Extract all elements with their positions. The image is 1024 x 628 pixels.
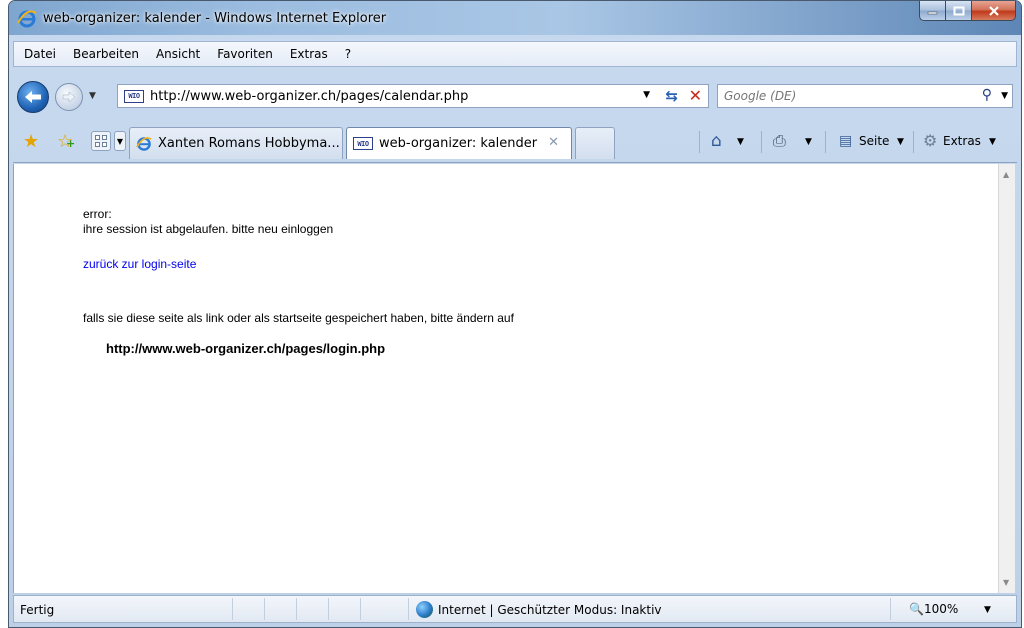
separator: [761, 131, 762, 153]
search-bar: ⚲ ▼: [717, 84, 1013, 108]
close-tab-icon[interactable]: ✕: [548, 135, 559, 150]
quick-tabs-button[interactable]: [91, 131, 111, 151]
tab-label: web-organizer: kalender: [379, 136, 538, 151]
page-content: error: ihre session ist abgelaufen. bitt…: [13, 164, 998, 593]
search-input[interactable]: [724, 89, 944, 103]
zoom-value: 100%: [923, 602, 959, 616]
menu-bar: Datei Bearbeiten Ansicht Favoriten Extra…: [13, 41, 1017, 67]
separator: [232, 598, 233, 620]
error-message: ihre session ist abgelaufen. bitte neu e…: [83, 222, 334, 236]
menu-datei[interactable]: Datei: [24, 47, 56, 61]
search-dropdown-icon[interactable]: ▼: [1001, 91, 1008, 101]
ie-logo-icon: [17, 10, 37, 28]
login-link[interactable]: zurück zur login-seite: [83, 257, 514, 272]
stop-icon[interactable]: ✕: [689, 86, 702, 105]
home-icon[interactable]: ⌂: [711, 131, 722, 151]
status-bar: Fertig Internet | Geschützter Modus: Ina…: [13, 595, 1017, 623]
back-button[interactable]: [17, 81, 49, 113]
menu-favoriten[interactable]: Favoriten: [217, 47, 273, 61]
add-favorite-icon[interactable]: ☆ +: [57, 131, 75, 152]
address-bar[interactable]: WIO http://www.web-organizer.ch/pages/ca…: [117, 84, 709, 108]
maximize-button[interactable]: [946, 1, 972, 21]
window-controls: [919, 1, 1016, 21]
globe-icon: [416, 601, 433, 618]
close-button[interactable]: [972, 1, 1016, 21]
address-url[interactable]: http://www.web-organizer.ch/pages/calend…: [150, 89, 468, 104]
scroll-down-icon[interactable]: ▼: [1003, 578, 1009, 587]
separator: [825, 131, 826, 153]
tab-command-row: ★ ☆ + ▼ Xanten Romans Hobbyma... WIO web-…: [13, 123, 1017, 163]
menu-ansicht[interactable]: Ansicht: [156, 47, 200, 61]
ie-logo-icon: [136, 136, 152, 151]
site-favicon: WIO: [353, 137, 373, 150]
window-title: web-organizer: kalender - Windows Intern…: [43, 11, 387, 26]
status-text: Fertig: [20, 603, 55, 617]
zoom-dropdown-icon[interactable]: ▼: [984, 605, 991, 615]
tab-list-dropdown-icon[interactable]: ▼: [114, 131, 126, 151]
favorites-star-icon[interactable]: ★: [23, 131, 39, 152]
separator: [913, 131, 914, 153]
close-icon: [988, 5, 999, 16]
gear-icon: ⚙: [923, 131, 938, 150]
browser-window: web-organizer: kalender - Windows Intern…: [8, 0, 1022, 628]
page-dropdown-icon[interactable]: ▼: [897, 137, 904, 147]
printer-icon[interactable]: ⎙: [773, 131, 786, 151]
separator: [296, 598, 297, 620]
separator: [890, 598, 891, 620]
separator: [699, 131, 700, 153]
tab-xanten[interactable]: Xanten Romans Hobbyma...: [129, 127, 343, 159]
title-bar[interactable]: web-organizer: kalender - Windows Intern…: [9, 1, 1021, 35]
menu-help[interactable]: ?: [345, 47, 351, 61]
login-url-text: http://www.web-organizer.ch/pages/login.…: [106, 341, 386, 356]
site-favicon: WIO: [124, 89, 144, 103]
tab-web-organizer[interactable]: WIO web-organizer: kalender ✕: [346, 127, 572, 159]
arrow-right-icon: [62, 91, 76, 103]
scroll-up-icon[interactable]: ▲: [1003, 170, 1009, 179]
zoom-level[interactable]: 🔍100%: [909, 602, 958, 616]
minimize-icon: [927, 11, 937, 14]
home-dropdown-icon[interactable]: ▼: [737, 137, 744, 147]
maximize-icon: [953, 6, 964, 15]
menu-bearbeiten[interactable]: Bearbeiten: [73, 47, 139, 61]
refresh-icon[interactable]: ⇆: [665, 87, 678, 105]
tools-menu-button[interactable]: Extras: [943, 134, 981, 148]
separator: [328, 598, 329, 620]
vertical-scrollbar[interactable]: ▲ ▼: [998, 164, 1015, 593]
tab-label: Xanten Romans Hobbyma...: [158, 136, 340, 151]
security-zone[interactable]: Internet | Geschützter Modus: Inaktiv: [438, 603, 662, 617]
page-body: error: ihre session ist abgelaufen. bitt…: [83, 207, 514, 356]
minimize-button[interactable]: [919, 1, 946, 21]
search-icon[interactable]: ⚲: [982, 87, 992, 103]
print-dropdown-icon[interactable]: ▼: [805, 137, 812, 147]
arrow-left-icon: [25, 91, 41, 103]
forward-button[interactable]: [55, 83, 83, 111]
page-menu-button[interactable]: Seite: [859, 134, 889, 148]
address-dropdown-icon[interactable]: ▼: [643, 90, 650, 100]
page-icon: ▤: [839, 133, 853, 149]
error-label: error:: [83, 207, 112, 221]
new-tab-button[interactable]: [575, 127, 615, 159]
bookmark-note: falls sie diese seite als link oder als …: [83, 311, 514, 325]
history-dropdown-icon[interactable]: ▼: [89, 91, 96, 101]
separator: [264, 598, 265, 620]
navigation-row: ▼ WIO http://www.web-organizer.ch/pages/…: [13, 71, 1017, 123]
menu-extras[interactable]: Extras: [290, 47, 328, 61]
tools-dropdown-icon[interactable]: ▼: [989, 137, 996, 147]
separator: [360, 598, 361, 620]
separator: [408, 598, 409, 620]
